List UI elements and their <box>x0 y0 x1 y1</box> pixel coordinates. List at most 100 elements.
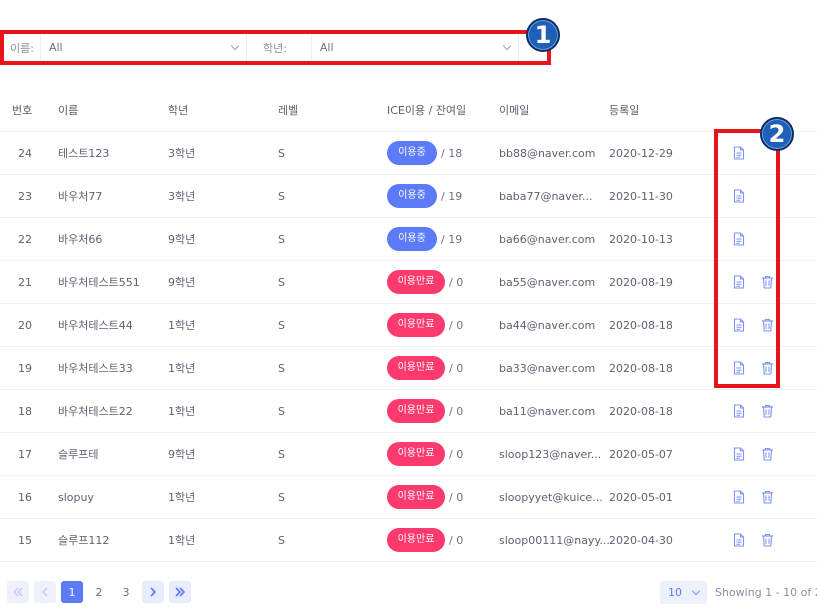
header-level: 레벨 <box>278 104 299 117</box>
grade-filter-select[interactable]: All <box>310 34 519 61</box>
row-number: 22 <box>18 232 32 246</box>
row-email: sloop00111@nayy... <box>499 533 609 547</box>
row-ice: 이용만료 / 0 <box>387 313 499 337</box>
table-row: 16 slopuy 1학년 S 이용만료 / 0 sloopyyet@kuice... 202… <box>0 476 817 519</box>
row-level: S <box>278 404 285 418</box>
trash-icon[interactable] <box>761 447 775 461</box>
document-icon[interactable] <box>733 490 747 504</box>
document-icon[interactable] <box>733 404 747 418</box>
row-date: 2020-08-18 <box>609 404 673 418</box>
row-email: sloopyyet@kuice... <box>499 490 603 504</box>
status-badge: 이용만료 <box>387 356 445 380</box>
row-grade: 1학년 <box>168 405 196 418</box>
row-number: 15 <box>18 533 32 547</box>
row-actions <box>722 447 817 461</box>
table-row: 17 슬루프테 9학년 S 이용만료 / 0 sloop123@naver... 2020-0… <box>0 433 817 476</box>
header-number: 번호 <box>12 104 33 117</box>
row-name: 슬루프테 <box>58 448 99 461</box>
remaining-days: / 0 <box>449 275 464 289</box>
status-badge: 이용중 <box>387 227 437 251</box>
chevron-down-icon <box>691 586 701 596</box>
row-actions <box>722 404 817 418</box>
remaining-days: / 0 <box>449 404 464 418</box>
row-name: 바우처테스트551 <box>58 276 140 289</box>
remaining-days: / 0 <box>449 533 464 547</box>
grade-filter-label: 학년: <box>262 41 287 55</box>
next-page-button[interactable] <box>142 581 164 603</box>
row-email: ba55@naver.com <box>499 275 596 289</box>
row-name: 테스트123 <box>58 147 110 160</box>
double-chevron-left-icon <box>13 587 23 597</box>
row-grade: 9학년 <box>168 276 196 289</box>
callout-marker-1: 1 <box>526 18 560 52</box>
row-date: 2020-04-30 <box>609 533 673 547</box>
row-ice: 이용만료 / 0 <box>387 442 499 466</box>
name-filter-value: All <box>48 41 63 54</box>
row-date: 2020-08-18 <box>609 361 673 375</box>
chevron-left-icon <box>42 587 48 597</box>
row-actions <box>722 533 817 547</box>
table-row: 23 바우처77 3학년 S 이용중 / 19 baba77@naver... 2020-11… <box>0 175 817 218</box>
row-ice: 이용만료 / 0 <box>387 485 499 509</box>
remaining-days: / 19 <box>441 232 463 246</box>
per-page-select[interactable]: 10 <box>660 581 707 604</box>
row-grade: 9학년 <box>168 233 196 246</box>
chevron-right-icon <box>150 587 157 597</box>
row-date: 2020-05-01 <box>609 490 673 504</box>
trash-icon[interactable] <box>761 490 775 504</box>
page-3-button[interactable]: 3 <box>115 581 137 603</box>
grade-filter-value: All <box>319 41 334 54</box>
prev-page-button[interactable] <box>34 581 56 603</box>
trash-icon[interactable] <box>761 404 775 418</box>
row-number: 24 <box>18 146 32 160</box>
row-grade: 1학년 <box>168 362 196 375</box>
name-filter-select[interactable]: All <box>39 34 247 61</box>
table-row: 15 슬루프112 1학년 S 이용만료 / 0 sloop00111@nayy... 202… <box>0 519 817 562</box>
last-page-button[interactable] <box>169 581 191 603</box>
first-page-button[interactable] <box>7 581 29 603</box>
row-level: S <box>278 189 285 203</box>
chevron-down-icon <box>230 41 240 51</box>
remaining-days: / 0 <box>449 490 464 504</box>
status-badge: 이용만료 <box>387 485 445 509</box>
table-row: 20 바우처테스트44 1학년 S 이용만료 / 0 ba44@naver.com 2020-… <box>0 304 817 347</box>
status-badge: 이용중 <box>387 184 437 208</box>
table-row: 19 바우처테스트33 1학년 S 이용만료 / 0 ba33@naver.com 2020-… <box>0 347 817 390</box>
row-grade: 1학년 <box>168 534 196 547</box>
remaining-days: / 0 <box>449 447 464 461</box>
pagination: 1 2 3 <box>7 581 196 603</box>
document-icon[interactable] <box>733 533 747 547</box>
filter-bar: 이름: All 학년: All <box>0 30 551 65</box>
row-grade: 1학년 <box>168 491 196 504</box>
row-level: S <box>278 318 285 332</box>
status-badge: 이용만료 <box>387 442 445 466</box>
row-email: ba66@naver.com <box>499 232 596 246</box>
row-email: sloop123@naver... <box>499 447 602 461</box>
trash-icon[interactable] <box>761 533 775 547</box>
status-badge: 이용만료 <box>387 313 445 337</box>
row-number: 18 <box>18 404 32 418</box>
remaining-days: / 19 <box>441 189 463 203</box>
row-level: S <box>278 533 285 547</box>
status-badge: 이용만료 <box>387 399 445 423</box>
row-ice: 이용만료 / 0 <box>387 528 499 552</box>
row-grade: 3학년 <box>168 147 196 160</box>
row-ice: 이용만료 / 0 <box>387 356 499 380</box>
row-name: 바우처테스트44 <box>58 319 133 332</box>
row-ice: 이용중 / 19 <box>387 227 499 251</box>
per-page-value: 10 <box>668 586 682 599</box>
row-date: 2020-08-18 <box>609 318 673 332</box>
row-level: S <box>278 275 285 289</box>
actions-highlight-box <box>714 129 780 388</box>
row-name: 슬루프112 <box>58 534 110 547</box>
row-level: S <box>278 490 285 504</box>
document-icon[interactable] <box>733 447 747 461</box>
remaining-days: / 0 <box>449 318 464 332</box>
row-date: 2020-08-19 <box>609 275 673 289</box>
table-body: 24 테스트123 3학년 S 이용중 / 18 bb88@naver.com 2020-12… <box>0 132 817 562</box>
row-number: 20 <box>18 318 32 332</box>
row-email: ba44@naver.com <box>499 318 596 332</box>
page-2-button[interactable]: 2 <box>88 581 110 603</box>
page-1-button[interactable]: 1 <box>61 581 83 603</box>
showing-count: Showing 1 - 10 of 24 <box>715 586 817 599</box>
